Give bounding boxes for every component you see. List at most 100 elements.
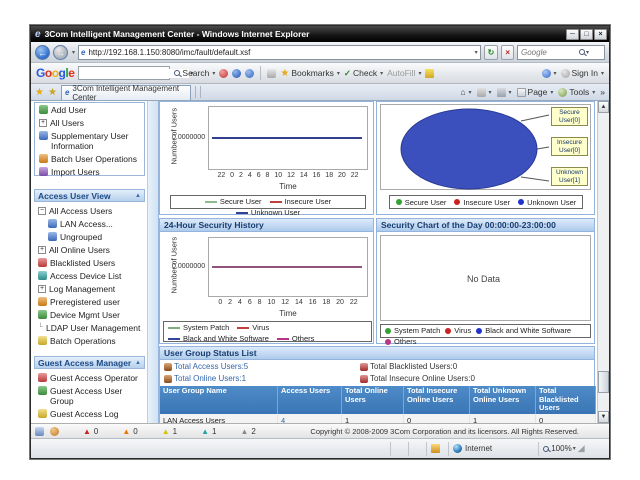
collapse-icon[interactable]: ▲ — [135, 360, 141, 366]
blacklisted-users-icon — [38, 258, 47, 267]
legend-line-bw-software — [168, 338, 180, 340]
sidebar-item-preregistered-user[interactable]: Preregistered user — [34, 295, 145, 308]
alarm-status-bar: ▲0 ▲0 ▲1 ▲1 ▲2 Copyright © 2008-2009 3Co… — [31, 423, 609, 438]
sidebar-item-import-users[interactable]: Import Users — [35, 165, 144, 178]
refresh-button[interactable]: ↻ — [484, 45, 499, 60]
tools-menu-button[interactable]: Tools▾ — [558, 87, 595, 97]
toolbar-overflow-chevron[interactable]: » — [600, 87, 605, 97]
highlighter-icon[interactable] — [425, 69, 434, 78]
add-favorite-icon[interactable]: ★ — [48, 87, 57, 98]
alarm-minor[interactable]: ▲1 — [162, 427, 177, 436]
legend-line-virus — [237, 327, 249, 329]
pagerank-icon[interactable] — [219, 69, 228, 78]
main-area: Number of Users 0.0000000 22 0 2 4 6 8 1… — [159, 101, 597, 423]
sidebar-item-supplementary-user-information[interactable]: Supplementary User Information — [35, 129, 144, 152]
sidebar-item-lan-access[interactable]: LAN Access... — [34, 217, 145, 230]
autofill-button[interactable]: AutoFill ▾ — [387, 68, 421, 78]
sidebar-item-add-user[interactable]: Add User — [35, 103, 144, 116]
user-group-icon — [48, 219, 57, 228]
sidebar-item-blacklisted-users[interactable]: Blacklisted Users — [34, 256, 145, 269]
favorites-center-icon[interactable]: ★ — [35, 87, 44, 98]
sidebar-item-ldap-user-management[interactable]: └LDAP User Management — [34, 321, 145, 334]
collapse-tree-icon[interactable]: − — [38, 207, 46, 215]
sidebar-item-guest-access-user-group[interactable]: Guest Access User Group — [34, 384, 145, 407]
minor-alarm-icon: ▲ — [162, 427, 170, 436]
address-input[interactable] — [88, 48, 470, 57]
alarm-info[interactable]: ▲2 — [241, 427, 256, 436]
no-data-label: No Data — [467, 274, 500, 284]
zoom-icon — [543, 446, 549, 452]
scroll-up-button[interactable]: ▲ — [598, 101, 609, 113]
sec-history-legend: System Patch Virus Black and White Softw… — [163, 321, 372, 342]
user-pie-legend: Secure User Insecure User Unknown User — [389, 195, 583, 209]
ie-logo-icon: e — [35, 29, 41, 40]
expand-icon[interactable]: + — [38, 285, 46, 293]
scrollbar-thumb[interactable] — [598, 371, 609, 393]
close-button[interactable]: × — [594, 29, 607, 40]
google-search-button[interactable]: Search ▾ — [174, 68, 215, 78]
total-blacklisted-users-icon — [360, 363, 368, 371]
alarm-browse-icon[interactable] — [35, 427, 44, 436]
resize-grip-icon[interactable]: ◢ — [578, 443, 585, 454]
tab-3com-imc[interactable]: e 3Com Intelligent Management Center — [61, 85, 191, 100]
forward-button[interactable]: → — [53, 45, 68, 60]
maximize-button[interactable]: □ — [580, 29, 593, 40]
vertical-scrollbar[interactable]: ▲ ▼ — [597, 101, 609, 423]
sphere-icon[interactable] — [232, 69, 241, 78]
sidebar-item-ungrouped[interactable]: Ungrouped — [34, 230, 145, 243]
address-dropdown-icon[interactable]: ▾ — [475, 49, 478, 56]
toolbar-settings-button[interactable]: ▾ — [542, 69, 557, 78]
expand-icon[interactable]: + — [38, 246, 46, 254]
sidebar-item-log-management[interactable]: +Log Management — [34, 282, 145, 295]
expand-icon[interactable]: + — [39, 119, 47, 127]
search-input[interactable] — [521, 48, 579, 57]
history-dropdown-icon[interactable]: ▾ — [72, 49, 75, 56]
popup-blocker-icon[interactable] — [267, 69, 276, 78]
sidebar-item-all-users[interactable]: +All Users — [35, 116, 144, 129]
collapse-icon[interactable]: ▲ — [135, 193, 141, 199]
sidebar-item-batch-operations[interactable]: Batch Operations — [34, 334, 145, 347]
zoom-control[interactable]: 100% ▾ ◢ — [539, 442, 609, 456]
tab-separator — [195, 86, 196, 98]
panel-header-security-chart-day: Security Chart of the Day 00:00:00-23:00… — [377, 219, 594, 232]
alarm-sound-icon[interactable] — [50, 427, 59, 436]
user-pie-plot: Secure User[0] Insecure User[0] Unknown … — [380, 104, 591, 190]
access-users-link[interactable]: 4 — [278, 414, 342, 424]
google-search-input[interactable] — [79, 69, 189, 78]
spellcheck-button[interactable]: ✓ Check ▾ — [344, 68, 383, 79]
bookmarks-button[interactable]: ★ Bookmarks ▾ — [280, 68, 340, 79]
print-icon — [497, 88, 506, 97]
total-access-users[interactable]: Total Access Users:5 — [164, 362, 248, 371]
sidebar-item-all-online-users[interactable]: +All Online Users — [34, 243, 145, 256]
print-button[interactable]: ▾ — [497, 88, 512, 97]
tab-separator — [200, 86, 201, 98]
alarm-warning[interactable]: ▲1 — [201, 427, 216, 436]
stop-button[interactable]: × — [501, 45, 514, 60]
sidebar-item-guest-access-operator[interactable]: Guest Access Operator — [34, 371, 145, 384]
section-guest-access-manager: Guest Access Operator Guest Access User … — [34, 371, 145, 420]
scroll-down-button[interactable]: ▼ — [598, 411, 609, 423]
search-icon[interactable] — [579, 49, 585, 55]
page-menu-button[interactable]: Page▾ — [517, 87, 554, 97]
minimize-button[interactable]: ─ — [566, 29, 579, 40]
alarm-major[interactable]: ▲0 — [122, 427, 137, 436]
home-button[interactable]: ⌂▾ — [460, 87, 471, 97]
sidebar-item-device-mgmt-user[interactable]: Device Mgmt User — [34, 308, 145, 321]
feeds-button[interactable]: ▾ — [477, 88, 492, 97]
sidebar-splitter[interactable] — [148, 101, 159, 423]
add-gadget-icon[interactable] — [245, 69, 254, 78]
total-online-users[interactable]: Total Online Users:1 — [164, 374, 246, 383]
window-title: 3Com Intelligent Management Center - Win… — [45, 29, 310, 39]
user-history-xlabel: Time — [208, 182, 368, 191]
sidebar-item-guest-access-log[interactable]: Guest Access Log — [34, 407, 145, 420]
user-group-icon — [48, 232, 57, 241]
sidebar-item-all-access-users[interactable]: −All Access Users — [34, 204, 145, 217]
back-button[interactable]: ← — [35, 45, 50, 60]
sidebar-item-batch-user-operations[interactable]: Batch User Operations — [35, 152, 144, 165]
sidebar-item-access-device-list[interactable]: Access Device List — [34, 269, 145, 282]
google-logo: Google — [36, 66, 74, 80]
alarm-critical[interactable]: ▲0 — [83, 427, 98, 436]
section-header-access-user-view[interactable]: Access User View ▲ — [34, 189, 145, 202]
signin-button[interactable]: Sign In ▾ — [561, 68, 604, 78]
section-header-guest-access-manager[interactable]: Guest Access Manager ▲ — [34, 356, 145, 369]
